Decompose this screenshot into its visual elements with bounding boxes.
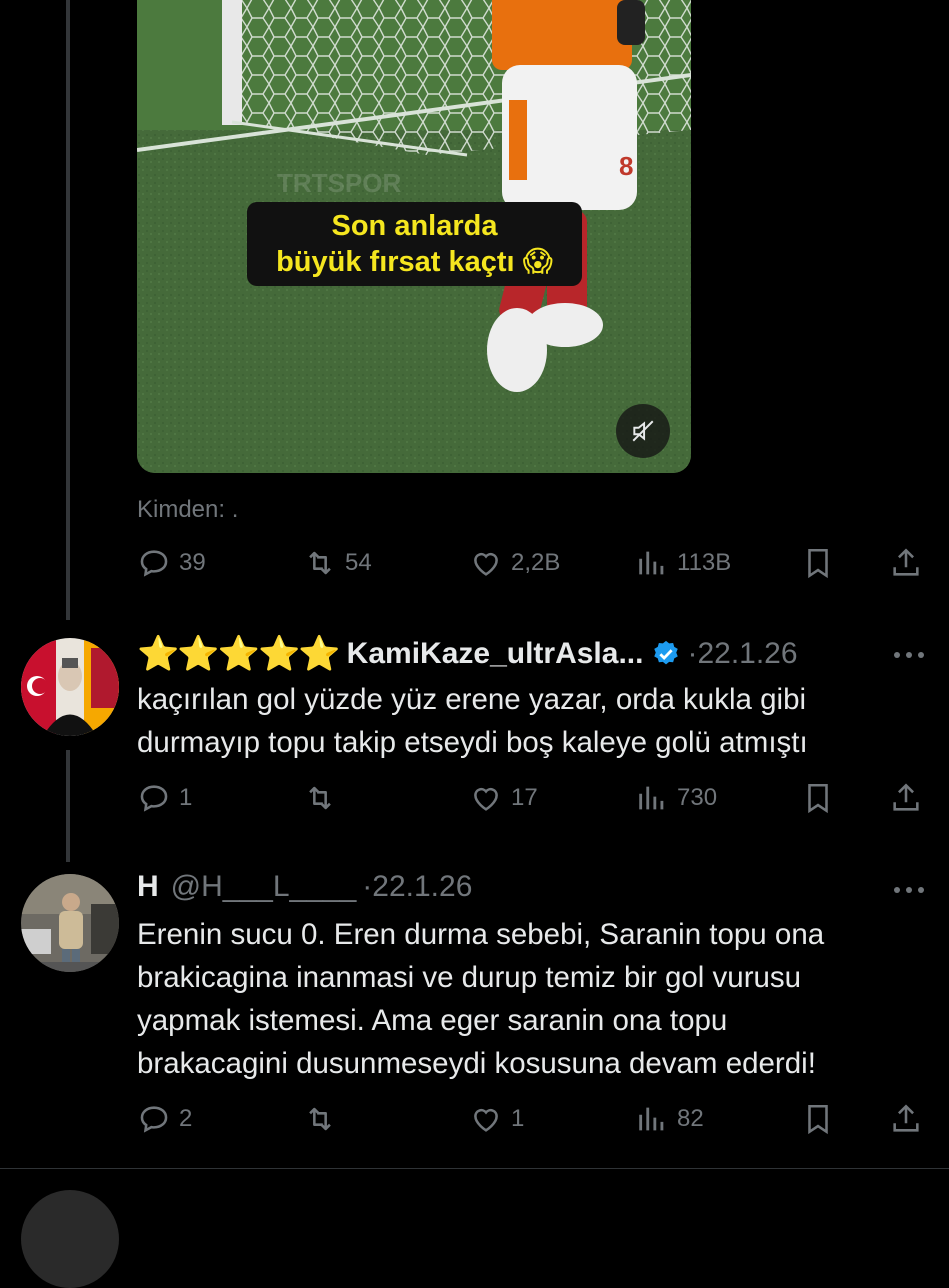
reply-header: ⭐⭐⭐⭐⭐ KamiKaze_ultrAsla... · 22.1.26 xyxy=(137,634,798,674)
video-player[interactable]: 8 TRTSPOR Son anlarda büyük fırsat kaçtı… xyxy=(137,0,691,473)
separator-dot: · xyxy=(687,637,698,670)
reply-text-line: brakicagina inanmasi ve durup temiz bir … xyxy=(137,961,802,994)
comment-icon xyxy=(140,785,168,812)
video-caption: Son anlarda büyük fırsat kaçtı 😱 xyxy=(247,202,582,286)
repost-icon xyxy=(309,551,331,575)
like-button[interactable]: 2,2B xyxy=(469,546,560,580)
share-icon xyxy=(893,783,919,811)
reply-date[interactable]: 22.1.26 xyxy=(372,870,472,904)
source-label: Kimden: . xyxy=(137,496,239,523)
repost-button[interactable]: 54 xyxy=(303,546,372,580)
views-count: 113B xyxy=(677,549,732,576)
jersey-number: 8 xyxy=(619,151,633,181)
display-name[interactable]: KamiKaze_ultrAsla... xyxy=(347,637,644,671)
reply-count: 1 xyxy=(179,784,193,811)
repost-icon xyxy=(309,786,331,810)
like-count: 2,2B xyxy=(511,549,561,576)
avatar[interactable] xyxy=(21,874,119,972)
repost-button[interactable] xyxy=(303,1102,345,1136)
display-name[interactable]: H xyxy=(137,870,159,904)
reply-text-line: durmayıp topu takip etseydi boş kaleye g… xyxy=(137,726,808,759)
watermark: TRTSPOR xyxy=(277,168,401,198)
views-icon xyxy=(639,551,664,575)
more-options-icon[interactable] xyxy=(889,645,929,665)
bookmark-icon xyxy=(808,1104,828,1135)
like-button[interactable]: 1 xyxy=(469,1102,524,1136)
reply-actions: 2 1 82 xyxy=(137,1102,927,1142)
heart-icon xyxy=(474,787,498,811)
reply-button[interactable]: 1 xyxy=(137,781,192,815)
avatar-image xyxy=(21,638,119,736)
repost-count: 54 xyxy=(345,549,372,576)
bookmark-icon xyxy=(808,548,828,579)
divider xyxy=(0,1168,949,1169)
bookmark-button[interactable] xyxy=(801,546,835,580)
share-icon xyxy=(893,548,919,576)
reply-text: Erenin sucu 0. Eren durma sebebi, Sarani… xyxy=(137,913,917,1085)
reply-text: kaçırılan gol yüzde yüz erene yazar, ord… xyxy=(137,678,917,764)
reply-text-line: Erenin sucu 0. Eren durma sebebi, Sarani… xyxy=(137,918,825,951)
views-icon xyxy=(639,1107,664,1131)
views-button[interactable]: 82 xyxy=(635,1102,704,1136)
like-count: 1 xyxy=(511,1105,525,1132)
repost-icon xyxy=(309,1107,331,1131)
reply-count: 39 xyxy=(179,549,206,576)
views-icon xyxy=(639,786,664,810)
caption-line-1: Son anlarda xyxy=(331,210,498,242)
caption-line-2: büyük fırsat kaçtı 😱 xyxy=(276,246,553,278)
comment-icon xyxy=(140,1106,168,1133)
verified-badge-icon xyxy=(654,640,679,665)
like-count: 17 xyxy=(511,784,538,811)
share-icon xyxy=(893,1104,919,1132)
bookmark-button[interactable] xyxy=(801,1102,835,1136)
mute-button[interactable] xyxy=(616,404,670,458)
heart-icon xyxy=(474,1108,498,1132)
separator-dot: · xyxy=(362,870,373,903)
user-handle[interactable]: @H___L____ xyxy=(171,870,357,904)
reply-header: H @H___L____ · 22.1.26 xyxy=(137,870,472,904)
reply-text-line: brakacagini dusunmeseydi kosusuna devam … xyxy=(137,1047,816,1080)
share-button[interactable] xyxy=(889,1102,923,1136)
views-button[interactable]: 113B xyxy=(635,546,731,580)
views-button[interactable]: 730 xyxy=(635,781,717,815)
thread-line-middle xyxy=(66,750,70,862)
thread-line-top xyxy=(66,0,70,620)
reply-button[interactable]: 39 xyxy=(137,546,206,580)
share-button[interactable] xyxy=(889,546,923,580)
reply-date[interactable]: 22.1.26 xyxy=(697,637,797,671)
share-button[interactable] xyxy=(889,781,923,815)
reply-button[interactable]: 2 xyxy=(137,1102,192,1136)
reply-text-line: kaçırılan gol yüzde yüz erene yazar, ord… xyxy=(137,683,807,716)
avatar-image xyxy=(21,874,119,972)
reply-count: 2 xyxy=(179,1105,193,1132)
like-button[interactable]: 17 xyxy=(469,781,538,815)
star-emojis: ⭐⭐⭐⭐⭐ xyxy=(137,635,341,673)
views-count: 82 xyxy=(677,1105,704,1132)
bookmark-icon xyxy=(808,783,828,814)
repost-button[interactable] xyxy=(303,781,345,815)
more-options-icon[interactable] xyxy=(889,880,929,900)
reply-text-line: yapmak istemesi. Ama eger saranin ona to… xyxy=(137,1004,728,1037)
main-tweet-actions: 39 54 2,2B 113B xyxy=(137,546,927,586)
reply-actions: 1 17 730 xyxy=(137,781,927,821)
heart-icon xyxy=(474,552,498,576)
bookmark-button[interactable] xyxy=(801,781,835,815)
next-reply-avatar[interactable] xyxy=(21,1190,119,1288)
views-count: 730 xyxy=(677,784,718,811)
comment-icon xyxy=(140,550,168,577)
avatar[interactable] xyxy=(21,638,119,736)
speaker-muted-icon xyxy=(632,420,654,442)
